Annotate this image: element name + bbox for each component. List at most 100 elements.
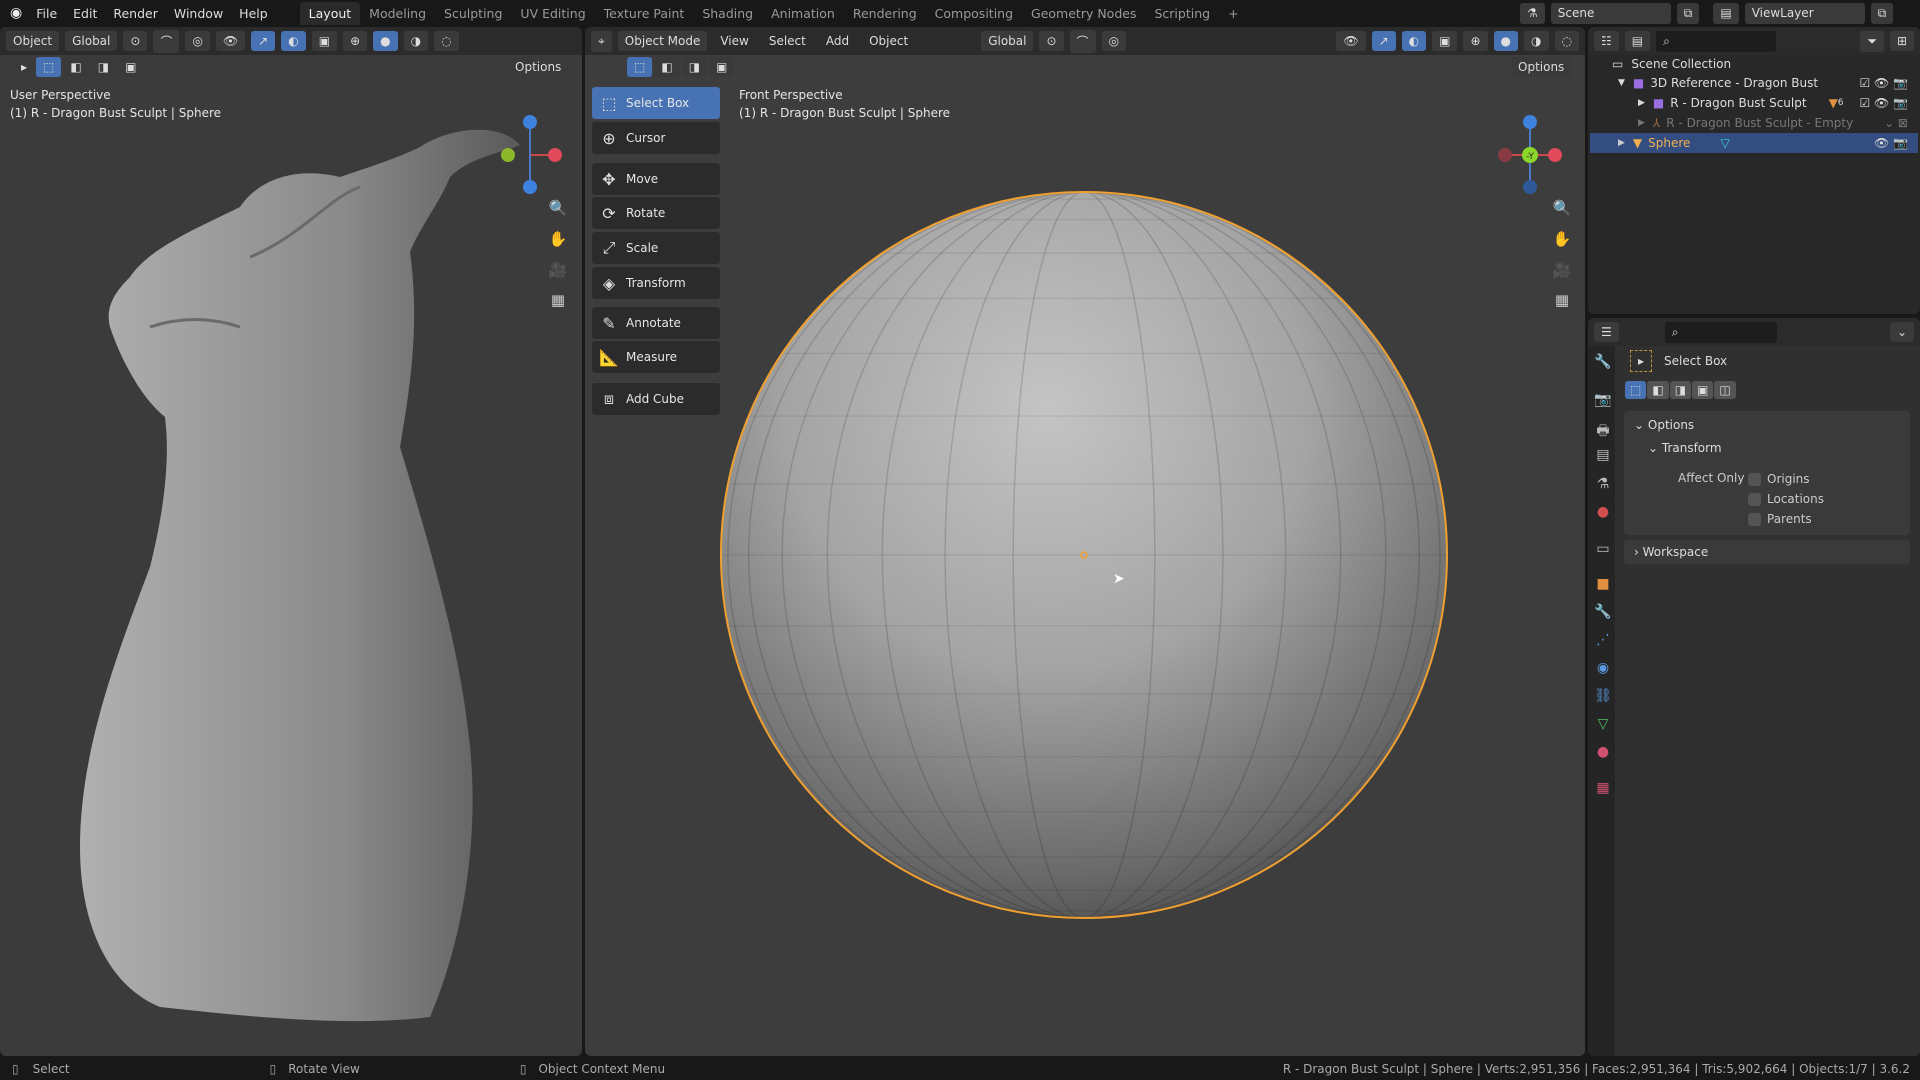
tool-select-box[interactable]: ⬚ Select Box (592, 87, 720, 119)
parents-checkbox[interactable]: Parents (1748, 509, 1824, 529)
scene-icon[interactable]: ⚗ (1520, 3, 1545, 24)
view-layer-tab-icon[interactable]: ▤ (1592, 447, 1614, 463)
scene-name-field[interactable]: Scene (1550, 3, 1671, 24)
menu-file[interactable]: File (28, 6, 65, 21)
zoom-icon[interactable]: 🔍 (545, 195, 571, 221)
tab-uv-editing[interactable]: UV Editing (511, 2, 594, 25)
annotate-icon: ✎ (602, 313, 616, 333)
tool-rotate[interactable]: ⟳ Rotate (592, 197, 720, 229)
tab-shading[interactable]: Shading (693, 2, 762, 25)
expand-arrow-icon[interactable]: ▼ (1618, 78, 1625, 88)
add-workspace-button[interactable]: + (1219, 2, 1247, 25)
options-panel-header[interactable]: ⌄ Options (1624, 411, 1910, 439)
properties-search-input[interactable]: ⌕ (1664, 321, 1777, 343)
origins-checkbox[interactable]: Origins (1748, 469, 1824, 489)
output-tab-icon[interactable]: 🖶 (1592, 420, 1614, 444)
expand-arrow-icon[interactable]: ▶ (1618, 138, 1625, 148)
row-toggles[interactable]: ☑ 👁 📷 (1859, 76, 1908, 90)
transform-subpanel-header[interactable]: ⌄ Transform (1624, 439, 1910, 457)
active-tool-name: Select Box (1664, 354, 1728, 368)
texture-tab-icon[interactable]: ▦ (1592, 780, 1614, 796)
tool-scale[interactable]: ⤢ Scale (592, 232, 720, 264)
prop-select-subtract-icon[interactable]: ◨ (1669, 381, 1692, 399)
blender-logo-icon[interactable]: ◉ (0, 5, 28, 21)
properties-options-icon[interactable]: ⌄ (1889, 322, 1914, 342)
menu-edit[interactable]: Edit (65, 6, 105, 21)
new-scene-icon[interactable]: ⧉ (1676, 3, 1700, 24)
pan-hand-icon[interactable]: ✋ (545, 226, 571, 252)
menu-render[interactable]: Render (105, 6, 166, 21)
outliner-item[interactable]: ▶ ■ R - Dragon Bust Sculpt ▼ 6 ☑ 👁 📷 (1590, 93, 1918, 113)
tab-layout[interactable]: Layout (299, 1, 361, 25)
add-cube-icon: ⧈ (603, 389, 615, 408)
prop-select-extend-icon[interactable]: ◧ (1647, 381, 1669, 399)
ortho-grid-icon[interactable]: ▦ (545, 287, 571, 313)
view-layer-field[interactable]: ViewLayer (1744, 3, 1865, 24)
tool-move[interactable]: ✥ Move (592, 163, 720, 195)
tab-compositing[interactable]: Compositing (926, 2, 1022, 25)
view-layer-icon[interactable]: ▤ (1713, 3, 1739, 24)
prop-select-invert-icon[interactable]: ▣ (1692, 381, 1714, 399)
expand-arrow-icon[interactable]: ▶ (1638, 118, 1645, 128)
main-navigation-gizmo[interactable]: -Y (1495, 112, 1570, 197)
expand-arrow-icon[interactable]: ▶ (1638, 98, 1645, 108)
main-camera-view-icon[interactable]: 🎥 (1549, 257, 1575, 283)
material-tab-icon[interactable]: ● (1592, 744, 1614, 760)
main-ortho-grid-icon[interactable]: ▦ (1549, 287, 1575, 313)
particles-tab-icon[interactable]: ⋰ (1592, 632, 1614, 648)
left-navigation-gizmo[interactable] (495, 112, 570, 197)
workspace-panel-header[interactable]: › Workspace (1624, 540, 1910, 564)
sphere-object[interactable] (585, 27, 1585, 1056)
outliner-editor-type-icon[interactable]: ☷ (1594, 31, 1619, 51)
outliner-scene-collection[interactable]: ▭ Scene Collection (1590, 54, 1918, 74)
properties-header: ☰ ⌕ ⌄ (1588, 318, 1920, 346)
new-collection-icon[interactable]: ⊞ (1889, 31, 1914, 51)
collection-tab-icon[interactable]: ▭ (1592, 541, 1614, 557)
camera-view-icon[interactable]: 🎥 (545, 257, 571, 283)
tab-sculpting[interactable]: Sculpting (435, 2, 511, 25)
tool-measure[interactable]: 📐 Measure (592, 341, 720, 373)
properties-editor-type-icon[interactable]: ☰ (1594, 322, 1619, 342)
tool-transform[interactable]: ◈ Transform (592, 267, 720, 299)
world-tab-icon[interactable]: ● (1592, 504, 1614, 520)
prop-select-new-icon[interactable]: ⬚ (1625, 381, 1647, 399)
data-tab-icon[interactable]: ▽ (1592, 716, 1614, 732)
tool-annotate[interactable]: ✎ Annotate (592, 307, 720, 339)
locations-checkbox[interactable]: Locations (1748, 489, 1824, 509)
outliner-item[interactable]: ▶ ⅄ R - Dragon Bust Sculpt - Empty ⌄ ⊠ (1590, 113, 1918, 133)
status-hint-rotate: Rotate View (288, 1062, 360, 1076)
constraints-tab-icon[interactable]: ⛓ (1592, 688, 1614, 704)
scene-tab-icon[interactable]: ⚗ (1592, 476, 1614, 492)
left-viewport[interactable]: Object Global ⊙ ⌒ ◎ 👁 ↗ ◐ ▣ ⊕ ● ◑ ◌ ▸ ⬚ … (0, 27, 582, 1056)
main-viewport[interactable]: ⌖ Object Mode View Select Add Object Glo… (585, 27, 1585, 1056)
prop-select-intersect-icon[interactable]: ◫ (1714, 381, 1736, 399)
main-zoom-icon[interactable]: 🔍 (1549, 195, 1575, 221)
render-tab-icon[interactable]: 📷 (1592, 392, 1614, 408)
menu-window[interactable]: Window (166, 6, 231, 21)
outliner-search-input[interactable]: ⌕ (1656, 30, 1777, 52)
physics-tab-icon[interactable]: ◉ (1592, 660, 1614, 676)
filter-icon[interactable]: ⏷ (1860, 30, 1884, 52)
object-tab-icon[interactable]: ■ (1592, 576, 1614, 592)
tool-tab-icon[interactable]: 🔧 (1592, 354, 1614, 370)
outliner-item[interactable]: ▼ ■ 3D Reference - Dragon Bust ☑ 👁 📷 (1590, 73, 1918, 93)
tool-add-cube[interactable]: ⧈ Add Cube (592, 383, 720, 415)
tab-animation[interactable]: Animation (762, 2, 844, 25)
outliner-item-selected[interactable]: ▶ ▼ Sphere ▽ 👁 📷 (1590, 133, 1918, 153)
row-toggles[interactable]: ☑ 👁 📷 (1859, 96, 1908, 110)
display-mode-icon[interactable]: ▤ (1624, 31, 1651, 51)
tab-geometry-nodes[interactable]: Geometry Nodes (1022, 2, 1145, 25)
scene-selector: ⚗ Scene ⧉ ▤ ViewLayer ⧉ (1520, 3, 1894, 24)
tab-modeling[interactable]: Modeling (360, 2, 435, 25)
new-view-layer-icon[interactable]: ⧉ (1870, 3, 1894, 24)
main-pan-hand-icon[interactable]: ✋ (1549, 226, 1575, 252)
modifier-tab-icon[interactable]: 🔧 (1592, 604, 1614, 620)
mouse-left-icon: ▯ (12, 1062, 19, 1076)
menu-help[interactable]: Help (231, 6, 276, 21)
row-toggles[interactable]: 👁 📷 (1874, 136, 1908, 150)
tab-rendering[interactable]: Rendering (844, 2, 926, 25)
tab-scripting[interactable]: Scripting (1145, 2, 1219, 25)
tab-texture-paint[interactable]: Texture Paint (595, 2, 694, 25)
row-toggles[interactable]: ⌄ ⊠ (1884, 116, 1908, 130)
tool-cursor[interactable]: ⊕ Cursor (592, 122, 720, 154)
